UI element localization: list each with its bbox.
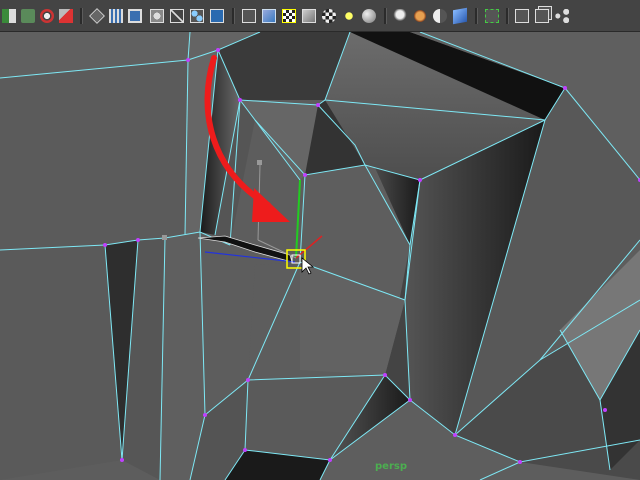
light-yellow-icon[interactable] [342,9,356,23]
snap-icon[interactable] [190,9,204,23]
cube-shaded-icon[interactable] [262,9,276,23]
toolbar-separator [475,8,478,24]
toolbar-separator [506,8,509,24]
sphere-gray-icon[interactable] [362,9,376,23]
paint-effects-icon[interactable] [59,9,73,23]
share-node-icon[interactable] [555,9,569,23]
cube-wire-icon[interactable] [242,9,256,23]
paint-select-icon[interactable] [21,9,35,23]
toolbar-separator [232,8,235,24]
blue-cube-icon[interactable] [453,7,467,25]
multi-cube-icon[interactable] [535,9,549,23]
3d-viewport[interactable] [0,32,640,480]
wireframe-shade-icon[interactable] [89,8,105,24]
channel-box-icon[interactable] [2,9,16,23]
isolate-icon[interactable] [170,9,184,23]
light-point-icon[interactable] [393,9,407,23]
camera-label: persp [375,461,407,472]
xray-icon[interactable] [150,9,164,23]
shadow-icon[interactable] [413,9,427,23]
texture-icon[interactable] [128,9,142,23]
sculpt-icon[interactable] [40,9,54,23]
cube-small-icon[interactable] [302,9,316,23]
cube-small-icon[interactable] [515,9,529,23]
grid-icon[interactable] [109,9,123,23]
cube-outline-icon[interactable] [210,9,224,23]
mesh-faces [0,32,640,480]
checker-cube-icon[interactable] [282,9,296,23]
checker-icon[interactable] [322,9,336,23]
toolbar-separator [384,8,387,24]
status-toolbar [0,0,640,32]
selection-highlight-icon[interactable] [485,9,499,23]
half-sphere-icon[interactable] [433,9,447,23]
mesh-render [0,32,640,480]
toolbar-separator [80,8,83,24]
